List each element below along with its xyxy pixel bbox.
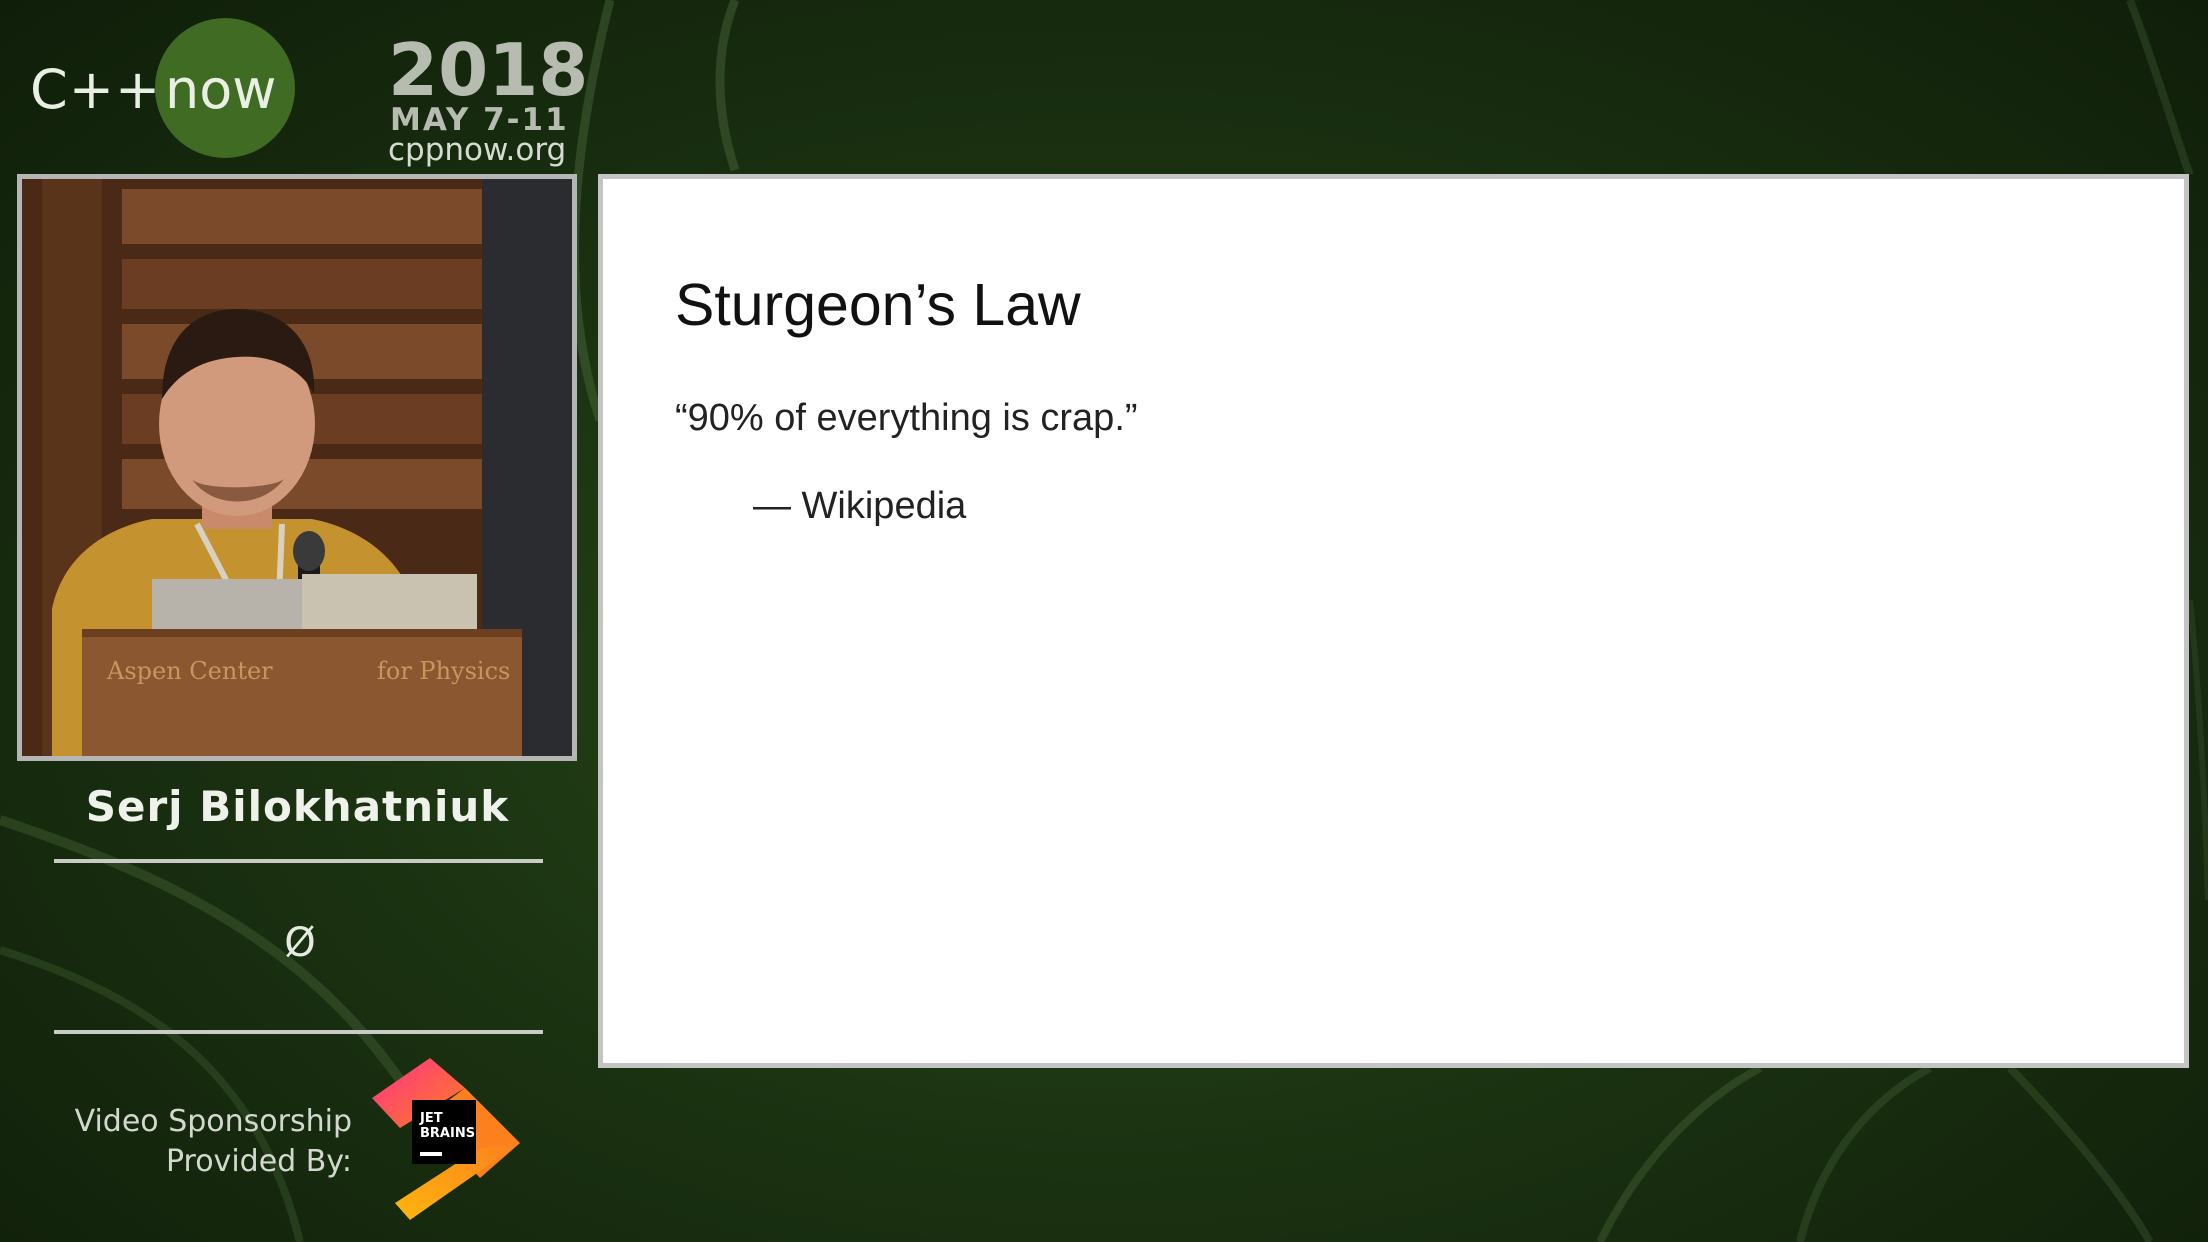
sponsor-line-2: Provided By: [165, 1144, 352, 1179]
podium-text-right: for Physics [377, 657, 510, 685]
slide-title: Sturgeon’s Law [675, 272, 1081, 338]
slide-quote: “90% of everything is crap.” [675, 397, 1138, 439]
logo-prefix: C++ [30, 58, 162, 121]
speaker-video: Aspen Center for Physics [17, 174, 577, 761]
speaker-name: Serj Bilokhatniuk [85, 782, 510, 831]
jetbrains-logo-text-1: JET [419, 1111, 443, 1126]
podium-text-left: Aspen Center [106, 657, 273, 685]
jetbrains-logo: JET BRAINS [372, 1058, 520, 1220]
speaker-affiliation: Ø [284, 920, 316, 966]
presentation-slide: Sturgeon’s Law “90% of everything is cra… [598, 174, 2189, 1068]
event-website: cppnow.org [388, 132, 567, 168]
slide-attribution: — Wikipedia [753, 485, 967, 527]
sponsor-line-1: Video Sponsorship [74, 1104, 352, 1139]
event-year: 2018 [388, 28, 589, 112]
divider-bottom [54, 1030, 543, 1034]
divider-top [54, 859, 543, 863]
speaker-video-image: Aspen Center for Physics [22, 179, 572, 756]
conference-logo: C++ now 2018 MAY 7-11 cppnow.org [30, 16, 590, 168]
jetbrains-logo-text-2: BRAINS [420, 1126, 475, 1141]
sponsor-text: Video Sponsorship Provided By: [40, 1102, 352, 1182]
logo-suffix: now [165, 58, 277, 121]
